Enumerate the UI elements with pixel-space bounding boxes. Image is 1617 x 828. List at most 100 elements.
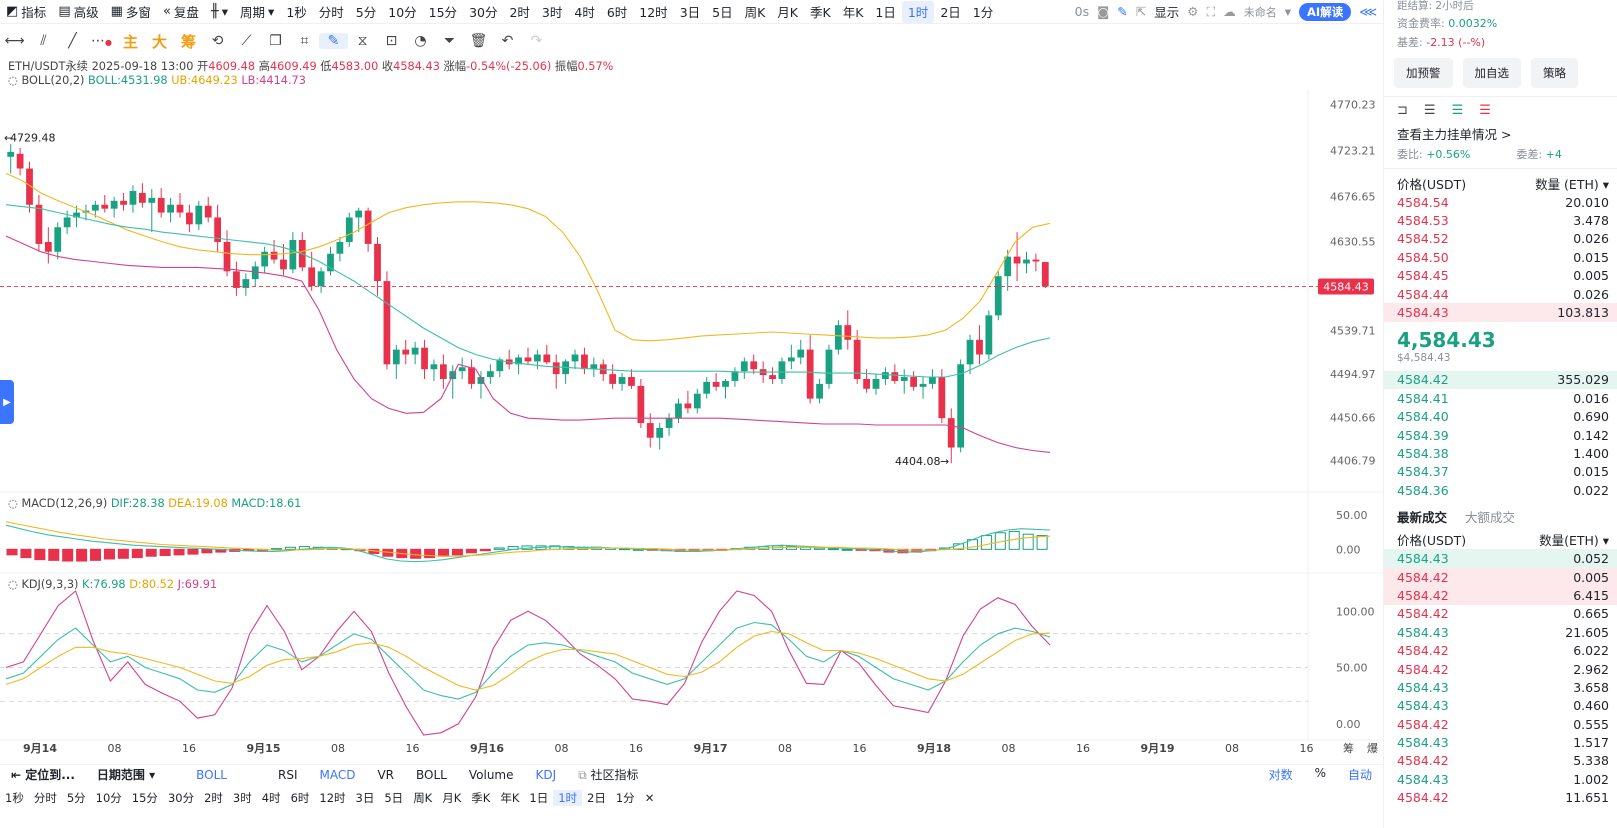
filter-icon[interactable]: ⏷	[435, 33, 464, 49]
period-16[interactable]: 季K	[804, 1, 837, 23]
replay-button[interactable]: «复盘	[157, 1, 205, 23]
measure-icon[interactable]: ⧖	[348, 33, 377, 49]
bottom-period-7[interactable]: 2时	[199, 790, 228, 806]
horizontal-line-icon[interactable]: ⟷	[0, 33, 29, 49]
chart-type-button[interactable]: ╫ ▾	[205, 1, 234, 23]
bottom-period-1[interactable]: 1秒	[0, 790, 29, 806]
ray-icon[interactable]: ⫽	[29, 33, 58, 49]
depth-link[interactable]: 查看主力挂单情况 >	[1384, 122, 1617, 144]
more-tools-icon[interactable]: ⋯●	[87, 33, 116, 49]
level-chip-button[interactable]: 筹	[174, 31, 203, 52]
settings-icon[interactable]: ⚙	[1187, 4, 1198, 19]
period-dropdown[interactable]: 周期 ▾	[234, 1, 280, 23]
bell-icon[interactable]: ◌	[8, 74, 18, 87]
draw-icon[interactable]: ✎	[1117, 4, 1127, 19]
trash-icon[interactable]: 🗑	[464, 33, 493, 49]
percent-scale-toggle[interactable]: %	[1304, 766, 1337, 783]
trend-line-icon[interactable]: ╱	[58, 33, 87, 49]
expand-side-tab[interactable]: ▶	[0, 380, 14, 424]
period-1[interactable]: 1秒	[280, 1, 312, 23]
fib-icon[interactable]: ◔	[406, 33, 435, 49]
indicator-tab-6[interactable]: Volume	[458, 768, 525, 782]
period-8[interactable]: 3时	[536, 1, 568, 23]
ask-row[interactable]: 4584.44 0.026	[1384, 285, 1617, 303]
ask-row[interactable]: 4584.45 0.005	[1384, 267, 1617, 285]
period-10[interactable]: 6时	[601, 1, 633, 23]
ruler-icon[interactable]: ⌗	[290, 33, 319, 49]
magnet-icon[interactable]: ⟲	[203, 33, 232, 49]
level-main-button[interactable]: 主	[116, 31, 145, 52]
strategy-button[interactable]: 策略	[1531, 58, 1578, 88]
period-20[interactable]: 2日	[934, 1, 966, 23]
bottom-period-5[interactable]: 15分	[127, 790, 163, 806]
bid-row[interactable]: 4584.36 0.022	[1384, 481, 1617, 499]
chevron-down-icon[interactable]: ▾	[1285, 4, 1291, 19]
period-4[interactable]: 10分	[382, 1, 422, 23]
period-15[interactable]: 月K	[771, 1, 804, 23]
period-14[interactable]: 周K	[739, 1, 772, 23]
period-9[interactable]: 4时	[568, 1, 600, 23]
brush-icon[interactable]: ⟋	[232, 33, 261, 49]
indicator-button[interactable]: ◩ 指标	[0, 1, 52, 23]
bottom-period-12[interactable]: 3日	[351, 790, 380, 806]
community-indicator-button[interactable]: ⧉ 社区指标	[567, 766, 649, 783]
period-3[interactable]: 5分	[350, 1, 382, 23]
bottom-period-2[interactable]: 分时	[29, 790, 62, 806]
period-17[interactable]: 年K	[837, 1, 870, 23]
ask-row[interactable]: 4584.43 103.813	[1384, 303, 1617, 322]
bid-row[interactable]: 4584.38 1.400	[1384, 444, 1617, 462]
bottom-period-6[interactable]: 30分	[163, 790, 199, 806]
ask-row[interactable]: 4584.52 0.026	[1384, 230, 1617, 248]
bottom-period-20[interactable]: 2日	[582, 790, 611, 806]
bid-row[interactable]: 4584.42 355.029	[1384, 370, 1617, 390]
indicator-tab-3[interactable]: MACD	[308, 768, 366, 782]
ask-row[interactable]: 4584.50 0.015	[1384, 248, 1617, 266]
tab-large-trades[interactable]: 大额成交	[1465, 507, 1515, 526]
bottom-period-18[interactable]: 1日	[524, 790, 553, 806]
tab-latest-trades[interactable]: 最新成交	[1397, 507, 1447, 526]
auto-scale-toggle[interactable]: 自动	[1337, 766, 1383, 783]
fullscreen-icon[interactable]: ⛶	[1206, 4, 1215, 20]
period-21[interactable]: 1分	[967, 1, 999, 23]
period-6[interactable]: 30分	[463, 1, 503, 23]
bid-row[interactable]: 4584.37 0.015	[1384, 463, 1617, 481]
bid-row[interactable]: 4584.40 0.690	[1384, 408, 1617, 426]
period-12[interactable]: 3日	[674, 1, 706, 23]
lock-icon[interactable]: ⊡	[377, 33, 406, 49]
both-view-icon[interactable]: ☰	[1424, 103, 1436, 118]
add-favorite-button[interactable]: 加自选	[1462, 58, 1521, 88]
locate-button[interactable]: ⇤ 定位到...	[0, 766, 86, 783]
bell-icon[interactable]: ◌	[8, 497, 18, 510]
camera-icon[interactable]: ◙	[1097, 4, 1109, 19]
indicator-tab-2[interactable]: RSI	[238, 768, 309, 782]
add-alert-button[interactable]: 加预警	[1394, 58, 1453, 88]
ask-view-icon[interactable]: ☰	[1479, 103, 1491, 118]
ai-analysis-button[interactable]: AI解读	[1299, 2, 1352, 21]
bell-icon[interactable]: ◌	[8, 578, 18, 591]
ask-row[interactable]: 4584.54 20.010	[1384, 193, 1617, 211]
multi-window-button[interactable]: ▦ 多窗	[105, 1, 157, 23]
indicator-tab-7[interactable]: KDJ	[525, 768, 568, 782]
undo-icon[interactable]: ↶	[493, 33, 522, 49]
period-5[interactable]: 15分	[423, 1, 463, 23]
layout-icon[interactable]: ⊐	[1397, 103, 1408, 118]
indicator-tab-4[interactable]: VR	[366, 768, 405, 782]
bottom-period-9[interactable]: 4时	[257, 790, 286, 806]
indicator-tab-5[interactable]: BOLL	[405, 768, 458, 782]
layout-name[interactable]: 未命名	[1244, 4, 1277, 20]
bid-row[interactable]: 4584.39 0.142	[1384, 426, 1617, 444]
log-scale-toggle[interactable]: 对数	[1258, 766, 1304, 783]
bottom-period-14[interactable]: 周K	[408, 790, 437, 806]
bottom-period-10[interactable]: 6时	[286, 790, 315, 806]
period-13[interactable]: 5日	[706, 1, 738, 23]
bottom-period-8[interactable]: 3时	[228, 790, 257, 806]
price-chart[interactable]: 4770.23 4723.21 4676.65 4630.55 4539.71 4494.…	[0, 0, 1383, 764]
period-7[interactable]: 2时	[503, 1, 535, 23]
bottom-period-16[interactable]: 季K	[466, 790, 495, 806]
ask-row[interactable]: 4584.53 3.478	[1384, 211, 1617, 229]
advanced-button[interactable]: ▤ 高级	[52, 1, 104, 23]
share-icon[interactable]: ⋘	[1359, 4, 1377, 19]
date-range-dropdown[interactable]: 日期范围 ▾	[86, 766, 166, 783]
bottom-period-13[interactable]: 5日	[379, 790, 408, 806]
copy-icon[interactable]: ❐	[261, 33, 290, 49]
